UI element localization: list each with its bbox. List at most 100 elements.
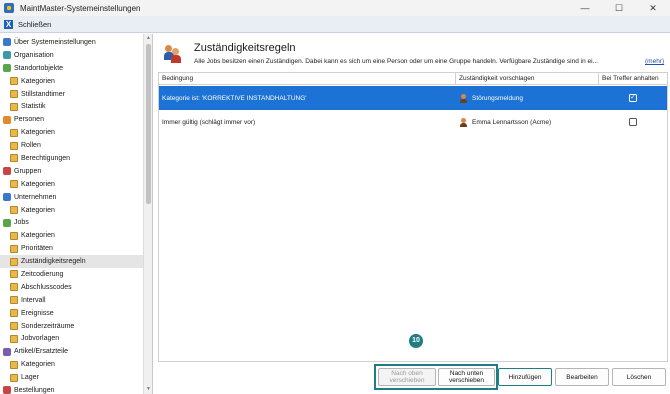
stop-cell: [599, 110, 667, 134]
sidebar-item[interactable]: Lager: [0, 371, 143, 384]
condition-cell: Kategorie ist: 'KORREKTIVE INSTANDHALTUN…: [162, 94, 307, 102]
scroll-down-icon[interactable]: ▼: [144, 385, 152, 394]
jobs-icon: [3, 218, 11, 227]
sidebar-item-label: Stillstandtimer: [21, 90, 65, 98]
column-header-stop[interactable]: Bei Treffer anhalten: [599, 73, 667, 85]
sidebar-item-label: Organisation: [14, 51, 54, 59]
move-down-button[interactable]: Nach unten verschieben: [438, 368, 495, 386]
close-button[interactable]: Schließen: [18, 20, 51, 29]
page-description: Alle Jobs besitzen einen Zuständigen. Da…: [194, 58, 598, 65]
location-icon: [3, 64, 11, 73]
group-icon: [3, 167, 11, 176]
sidebar-item-label: Kategorien: [21, 232, 55, 240]
close-window-button[interactable]: ✕: [636, 0, 670, 16]
company-icon: [3, 193, 11, 202]
tree-list: Über Systemeinstellungen Organisation Stan…: [0, 36, 143, 394]
sidebar-item-label: Statistik: [21, 103, 46, 111]
minimize-button[interactable]: —: [568, 0, 602, 16]
sidebar-item[interactable]: Unternehmen: [0, 191, 143, 204]
folder-icon: [10, 244, 18, 253]
folder-icon: [10, 102, 18, 111]
toolbar: X Schließen: [0, 16, 670, 33]
sidebar-item[interactable]: Organisation: [0, 49, 143, 62]
sidebar-item-label: Berechtigungen: [21, 154, 71, 162]
sidebar-item-label: Zuständigkeitsregeln: [21, 258, 86, 266]
sidebar-item[interactable]: Kategorien: [0, 178, 143, 191]
sidebar-item[interactable]: Kategorien: [0, 229, 143, 242]
sidebar-item-label: Intervall: [21, 296, 46, 304]
sidebar-item[interactable]: Kategorien: [0, 75, 143, 88]
person-icon: [459, 117, 468, 127]
sidebar-item[interactable]: Intervall: [0, 294, 143, 307]
sidebar-item[interactable]: Rollen: [0, 139, 143, 152]
sidebar-item[interactable]: Kategorien: [0, 204, 143, 217]
folder-icon: [10, 360, 18, 369]
folder-icon: [10, 296, 18, 305]
folder-icon: [10, 180, 18, 189]
person-icon: [3, 115, 11, 124]
stop-cell: ✓: [599, 86, 667, 110]
stop-on-match-checkbox[interactable]: ✓: [629, 94, 637, 102]
stop-on-match-checkbox[interactable]: [629, 118, 637, 126]
sidebar-scrollbar[interactable]: ▲ ▼: [143, 34, 152, 394]
orders-icon: [3, 386, 11, 394]
sidebar-item[interactable]: Stillstandtimer: [0, 88, 143, 101]
sidebar-item[interactable]: Bestellungen: [0, 384, 143, 394]
sidebar-item[interactable]: Über Systemeinstellungen: [0, 36, 143, 49]
organisation-icon: [3, 51, 11, 60]
folder-icon: [10, 334, 18, 343]
sidebar-item-label: Rollen: [21, 142, 41, 150]
scroll-up-icon[interactable]: ▲: [144, 34, 152, 43]
sidebar-item-label: Kategorien: [21, 206, 55, 214]
sidebar-item[interactable]: Sonderzeiträume: [0, 320, 143, 333]
add-button[interactable]: Hinzufügen: [498, 368, 552, 386]
delete-button[interactable]: Löschen: [612, 368, 666, 386]
sidebar-item-label: Lager: [21, 374, 39, 382]
column-header-condition[interactable]: Bedingung: [159, 73, 456, 85]
sidebar-item-label: Ereignisse: [21, 309, 54, 317]
table-header: Bedingung Zuständigkeit vorschlagen Bei …: [159, 73, 667, 85]
title-bar: MaintMaster-Systemeinstellungen — ☐ ✕: [0, 0, 670, 16]
assignee-cell: Emma Lennartsson (Acme): [456, 110, 599, 134]
more-link[interactable]: (mehr): [645, 58, 664, 65]
app-logo-icon: [4, 3, 14, 13]
rules-table: Bedingung Zuständigkeit vorschlagen Bei …: [158, 72, 668, 362]
folder-icon: [10, 270, 18, 279]
table-row[interactable]: Immer gültig (schlägt immer vor) Emma Le…: [159, 110, 667, 134]
info-icon: [3, 38, 11, 47]
close-icon[interactable]: X: [4, 19, 13, 29]
sidebar-item[interactable]: Abschlusscodes: [0, 281, 143, 294]
sidebar-item-label: Kategorien: [21, 361, 55, 369]
sidebar-item[interactable]: Jobvorlagen: [0, 332, 143, 345]
move-up-button[interactable]: Nach oben verschieben: [378, 368, 436, 386]
sidebar-item-label: Personen: [14, 116, 44, 124]
maximize-button[interactable]: ☐: [602, 0, 636, 16]
sidebar-item[interactable]: Ereignisse: [0, 307, 143, 320]
sidebar-item[interactable]: Personen: [0, 113, 143, 126]
sidebar-item[interactable]: Jobs: [0, 216, 143, 229]
edit-button[interactable]: Bearbeiten: [555, 368, 609, 386]
sidebar-item[interactable]: Prioritäten: [0, 242, 143, 255]
sidebar-item-label: Über Systemeinstellungen: [14, 38, 96, 46]
sidebar-item[interactable]: Zeitcodierung: [0, 268, 143, 281]
sidebar-item[interactable]: Gruppen: [0, 165, 143, 178]
sidebar-item-label: Jobvorlagen: [21, 335, 60, 343]
sidebar-item-label: Abschlusscodes: [21, 283, 72, 291]
scrollbar-thumb[interactable]: [146, 44, 151, 204]
folder-icon: [10, 90, 18, 98]
folder-icon: [10, 231, 18, 240]
sidebar-item[interactable]: Standortobjekte: [0, 62, 143, 75]
sidebar-item[interactable]: Berechtigungen: [0, 152, 143, 165]
folder-icon: [10, 77, 18, 86]
sidebar-item-label: Bestellungen: [14, 386, 55, 394]
window-controls: — ☐ ✕: [568, 0, 670, 16]
sidebar-item[interactable]: Artikel/Ersatzteile: [0, 345, 143, 358]
sidebar-item-label: Sonderzeiträume: [21, 322, 75, 330]
table-row[interactable]: Kategorie ist: 'KORREKTIVE INSTANDHALTUN…: [159, 86, 667, 110]
column-header-assignee[interactable]: Zuständigkeit vorschlagen: [456, 73, 599, 85]
sidebar-item[interactable]: Zuständigkeitsregeln: [0, 255, 143, 269]
sidebar-item[interactable]: Kategorien: [0, 126, 143, 139]
sidebar-item[interactable]: Statistik: [0, 100, 143, 113]
person-icon: [459, 93, 468, 103]
sidebar-item[interactable]: Kategorien: [0, 358, 143, 371]
